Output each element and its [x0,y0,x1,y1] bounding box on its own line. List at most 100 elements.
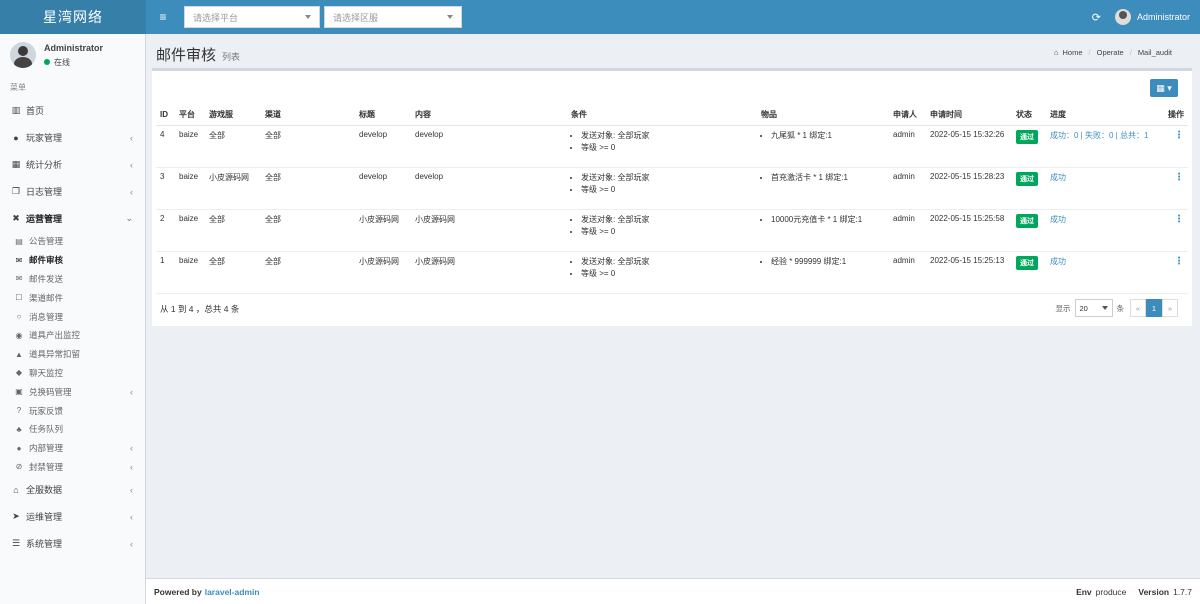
cell-id: 2 [156,209,175,252]
chevron-down-icon [447,15,453,19]
column-header: 条件 [567,105,757,126]
breadcrumb: ⌂ Home / Operate / Mail_audit [1053,48,1172,57]
next-page-button[interactable]: » [1162,299,1178,317]
sidebar-item-operations[interactable]: ✖ 运营管理 ⌄ [0,205,145,232]
region-select-placeholder: 请选择区服 [333,12,379,23]
cell-content: 小皮源码网 [411,251,567,294]
breadcrumb-home[interactable]: Home [1063,48,1083,57]
sidebar-sub-ban[interactable]: ⊘ 封禁管理 ‹ [0,458,145,477]
mail-audit-box: ▦ ▾ ID 平台 游戏服 渠道 标题 内容 条件 物品 申请人 申请时间 状态… [152,68,1192,326]
row-actions-icon[interactable]: ⋮ [1160,251,1188,294]
env-label: Env [1076,586,1092,597]
sidebar-sub-chat-monitor[interactable]: ◆ 聊天监控 [0,364,145,383]
cell-time: 2022-05-15 15:32:26 [926,125,1012,168]
footer-brand-link[interactable]: laravel-admin [205,587,260,597]
version-value: 1.7.7 [1173,586,1192,597]
status-badge: 通过 [1016,171,1038,186]
sidebar-sub-label: 道具产出监控 [29,330,81,341]
env-value: produce [1095,586,1127,597]
sidebar-item-label: 运营管理 [26,214,63,224]
platform-select[interactable]: 请选择平台 [184,6,320,28]
sidebar-sub-mail-audit[interactable]: ✉ 邮件审核 [0,251,145,270]
top-navbar: 星湾网络 ≡ 请选择平台 请选择区服 ⟳ Administrator [0,0,1200,34]
sidebar-item-home[interactable]: ▥ 首页 [0,97,145,124]
column-selector-button[interactable]: ▦ ▾ [1150,79,1178,97]
sidebar-sub-announcement[interactable]: ▤ 公告管理 [0,232,145,251]
sidebar-sub-label: 兑换码管理 [29,386,72,397]
sidebar-item-logs[interactable]: ❐ 日志管理 ‹ [0,178,145,205]
breadcrumb-current: Mail_audit [1137,48,1172,57]
user-avatar-small[interactable] [1114,9,1131,25]
column-header: 状态 [1012,105,1046,126]
per-page-select[interactable]: 20 [1074,299,1113,317]
page-footer: Powered by laravel-admin Env produce Ver… [146,578,1200,604]
sidebar-sub-channel-mail[interactable]: ☐ 渠道邮件 [0,288,145,307]
sidebar-sub-label: 任务队列 [29,424,64,435]
header-user-name[interactable]: Administrator [1137,12,1190,22]
cell-condition: 发送对象: 全部玩家等级 >= 0 [567,125,757,168]
sidebar-item-label: 玩家管理 [26,133,63,143]
table-row: 2 baize 全部 全部 小皮源码网 小皮源码网 发送对象: 全部玩家等级 >… [156,209,1188,252]
car-icon: ◆ [15,368,23,378]
cell-server: 小皮源码网 [205,167,261,210]
bank-icon: ⌂ [13,484,19,495]
row-actions-icon[interactable]: ⋮ [1160,209,1188,252]
platform-select-placeholder: 请选择平台 [193,12,239,23]
row-actions-icon[interactable]: ⋮ [1160,125,1188,168]
table-row: 4 baize 全部 全部 develop develop 发送对象: 全部玩家… [156,125,1188,168]
sidebar-sub-label: 公告管理 [29,236,64,247]
column-header: ID [156,105,175,126]
cell-status: 通过 [1012,167,1046,210]
sidebar-item-label: 首页 [26,106,45,116]
sidebar-sub-feedback[interactable]: ? 玩家反馈 [0,401,145,420]
sidebar-sub-task-queue[interactable]: ♣ 任务队列 [0,420,145,439]
chevron-left-icon: ‹ [130,443,133,454]
prev-page-button[interactable]: « [1130,299,1146,317]
sidebar-item-players[interactable]: ● 玩家管理 ‹ [0,124,145,151]
column-header: 操作 [1160,105,1188,126]
avatar [10,42,36,68]
sidebar-item-devops[interactable]: ➤ 运维管理 ‹ [0,503,145,530]
sidebar-item-server-data[interactable]: ⌂ 全服数据 ‹ [0,476,145,503]
sidebar-sub-mail-send[interactable]: ✉ 邮件发送 [0,270,145,289]
menu-header: 菜单 [10,83,26,92]
square-icon: ☐ [15,293,23,303]
footer-powered: Powered by [154,586,202,597]
cell-time: 2022-05-15 15:25:58 [926,209,1012,252]
cell-items: 首充激活卡 * 1 绑定:1 [757,167,889,210]
app-logo[interactable]: 星湾网络 [0,0,146,34]
refresh-icon[interactable]: ⟳ [1092,11,1101,24]
column-header: 申请时间 [926,105,1012,126]
chevron-down-icon: ⌄ [125,213,133,223]
pagination: 显示 20 条 « 1 » [1056,299,1178,317]
comment-icon: ○ [16,312,22,322]
cell-progress: 成功 [1046,167,1160,210]
region-select[interactable]: 请选择区服 [324,6,462,28]
sidebar-item-label: 系统管理 [26,539,63,550]
table-columns-icon: ▦ ▾ [1156,82,1172,93]
status-badge: 通过 [1016,129,1038,144]
sidebar-sub-item-anomaly[interactable]: ▲ 道具异常扣留 [0,345,145,364]
cell-time: 2022-05-15 15:25:13 [926,251,1012,294]
breadcrumb-operate[interactable]: Operate [1097,48,1124,57]
chevron-left-icon: ‹ [130,159,133,170]
envelope-icon: ✉ [15,255,23,265]
sidebar-sub-item-monitor[interactable]: ◉ 道具产出监控 [0,326,145,345]
sidebar-toggle-icon[interactable]: ≡ [150,0,176,34]
sidebar-sub-messages[interactable]: ○ 消息管理 [0,307,145,326]
cell-server: 全部 [205,251,261,294]
status-badge: 通过 [1016,213,1038,228]
sidebar-sub-redeem-code[interactable]: ▣ 兑换码管理 ‹ [0,382,145,401]
column-header: 平台 [175,105,205,126]
ban-icon: ⊘ [15,462,23,472]
chevron-left-icon: ‹ [130,132,133,143]
cell-applicant: admin [889,251,926,294]
sidebar-item-system[interactable]: ☰ 系统管理 ‹ [0,530,145,557]
page-1-button[interactable]: 1 [1146,299,1162,317]
row-actions-icon[interactable]: ⋮ [1160,167,1188,210]
sidebar-sub-internal[interactable]: ● 内部管理 ‹ [0,439,145,458]
cell-status: 通过 [1012,209,1046,252]
paper-plane-icon: ➤ [12,511,20,522]
column-header: 物品 [757,105,889,126]
sidebar-item-stats[interactable]: ▦ 统计分析 ‹ [0,151,145,178]
